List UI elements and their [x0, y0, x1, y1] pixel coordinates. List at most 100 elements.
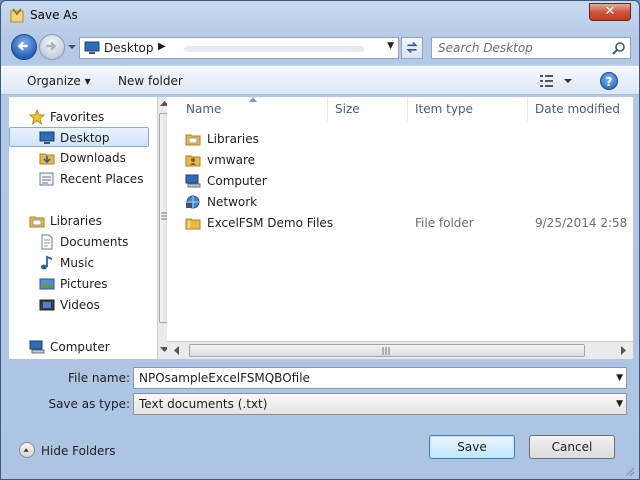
back-button[interactable] [11, 34, 37, 60]
address-bar[interactable]: Desktop ▶ ▼ [79, 37, 399, 59]
hide-folders-toggle[interactable] [19, 442, 35, 458]
network-icon [186, 195, 200, 209]
desktop-icon [39, 131, 55, 144]
videos-icon [39, 299, 55, 311]
table-row[interactable]: ExcelFSM Demo Files File folder 9/25/201… [167, 212, 633, 233]
app-icon [10, 8, 24, 23]
navigation-pane: Favorites Desktop Downloads Recent Place… [9, 97, 171, 359]
column-divider[interactable] [407, 97, 408, 121]
forward-button[interactable] [39, 34, 65, 60]
sidebar-item-downloads[interactable]: Downloads [9, 148, 149, 168]
sidebar-item-label: Music [60, 256, 95, 270]
file-name: ExcelFSM Demo Files [207, 216, 334, 230]
sidebar-item-label: Desktop [60, 131, 110, 145]
desktop-icon [84, 41, 100, 54]
table-row[interactable]: Computer [167, 170, 633, 191]
sidebar-item-label: Pictures [60, 277, 108, 291]
save-type-select[interactable]: Text documents (.txt) ▼ [133, 393, 627, 415]
new-folder-button[interactable]: New folder [118, 74, 183, 88]
sidebar-item-computer[interactable]: Computer [9, 337, 149, 357]
pictures-icon [39, 278, 55, 290]
address-blurred-segment [184, 46, 364, 52]
sidebar-item-favorites[interactable]: Favorites [9, 107, 149, 127]
title-bar: Save As ✕ [1, 1, 639, 31]
chevron-up-icon [23, 448, 29, 452]
column-divider[interactable] [327, 97, 328, 121]
music-icon [41, 255, 53, 270]
sidebar-item-label: Favorites [50, 110, 105, 124]
chevron-down-icon[interactable]: ▼ [616, 399, 623, 409]
star-icon [29, 109, 45, 125]
column-header-name[interactable]: Name [186, 97, 221, 121]
sidebar-item-label: Libraries [50, 214, 102, 228]
recent-pages-dropdown[interactable] [67, 41, 77, 53]
arrow-right-icon [46, 41, 57, 51]
grip-icon [382, 347, 390, 355]
save-button[interactable]: Save [429, 435, 515, 459]
file-name-field[interactable]: NPOsampleExcelFSMQBOfile ▼ [133, 367, 627, 389]
file-list-hscrollbar[interactable] [167, 341, 633, 359]
hide-folders-label[interactable]: Hide Folders [41, 444, 116, 458]
window-title: Save As [30, 8, 78, 22]
file-name-input[interactable]: NPOsampleExcelFSMQBOfile [139, 371, 310, 385]
recent-places-icon [39, 172, 54, 186]
column-header-type[interactable]: Item type [415, 97, 473, 121]
folder-icon [185, 218, 201, 230]
navigation-bar: Desktop ▶ ▼ Search Desktop [1, 31, 639, 65]
user-folder-icon [185, 155, 201, 167]
sidebar-item-label: Computer [50, 340, 110, 354]
address-dropdown-icon[interactable]: ▼ [387, 41, 394, 51]
file-list-scroll-thumb[interactable] [189, 344, 585, 357]
table-row[interactable]: vmware [167, 149, 633, 170]
sidebar-item-libraries[interactable]: Libraries [9, 211, 149, 231]
file-list: Name Size Item type Date modified Librar… [167, 97, 633, 359]
close-button[interactable]: ✕ [589, 3, 631, 21]
file-date: 9/25/2014 2:58 PM [535, 216, 631, 230]
documents-icon [41, 234, 53, 250]
cancel-button[interactable]: Cancel [529, 435, 615, 459]
dialog-footer: Hide Folders Save Cancel [1, 415, 639, 479]
file-name: Libraries [207, 132, 259, 146]
command-toolbar: Organize ▾ New folder ? [1, 65, 639, 95]
scroll-left-icon[interactable] [173, 346, 180, 355]
sidebar-item-label: Downloads [60, 151, 126, 165]
search-icon[interactable] [612, 41, 626, 55]
resize-grip-icon[interactable] [623, 465, 635, 477]
breadcrumb-chevron-icon[interactable]: ▶ [158, 41, 166, 52]
sidebar-item-label: Recent Places [60, 172, 144, 186]
arrow-left-icon [17, 41, 28, 51]
save-type-value: Text documents (.txt) [139, 397, 268, 411]
sidebar-item-videos[interactable]: Videos [9, 295, 149, 315]
libraries-icon [29, 216, 45, 228]
sidebar-item-recent-places[interactable]: Recent Places [9, 169, 149, 189]
refresh-icon [406, 41, 418, 54]
file-type: File folder [415, 216, 474, 230]
sidebar-item-desktop[interactable]: Desktop [9, 127, 149, 147]
save-as-dialog: Save As ✕ Desktop ▶ ▼ Search Desktop Org… [0, 0, 640, 480]
chevron-down-icon[interactable]: ▼ [616, 373, 623, 383]
refresh-button[interactable] [401, 37, 423, 59]
scroll-right-icon[interactable] [620, 346, 627, 355]
sort-ascending-icon [249, 97, 257, 102]
sidebar-item-label: Videos [60, 298, 100, 312]
column-divider[interactable] [527, 97, 528, 121]
libraries-folder-icon [185, 134, 201, 146]
column-header-size[interactable]: Size [335, 97, 360, 121]
search-input[interactable]: Search Desktop [438, 41, 533, 55]
address-text: Desktop [104, 41, 154, 55]
view-options-icon[interactable] [539, 73, 575, 89]
sidebar-item-label: Documents [60, 235, 129, 249]
file-name: Network [207, 195, 258, 209]
save-form: File name: NPOsampleExcelFSMQBOfile ▼ Sa… [1, 361, 639, 415]
table-row[interactable]: Network [167, 191, 633, 212]
sidebar-item-pictures[interactable]: Pictures [9, 274, 149, 294]
search-box[interactable]: Search Desktop [431, 37, 631, 59]
column-header-date[interactable]: Date modified [535, 97, 620, 121]
table-row[interactable]: Libraries [167, 128, 633, 149]
computer-icon [185, 174, 201, 188]
file-name: Computer [207, 174, 267, 188]
sidebar-item-music[interactable]: Music [9, 253, 149, 273]
sidebar-item-documents[interactable]: Documents [9, 232, 149, 252]
organize-button[interactable]: Organize ▾ [27, 74, 91, 88]
help-button[interactable]: ? [600, 72, 618, 90]
